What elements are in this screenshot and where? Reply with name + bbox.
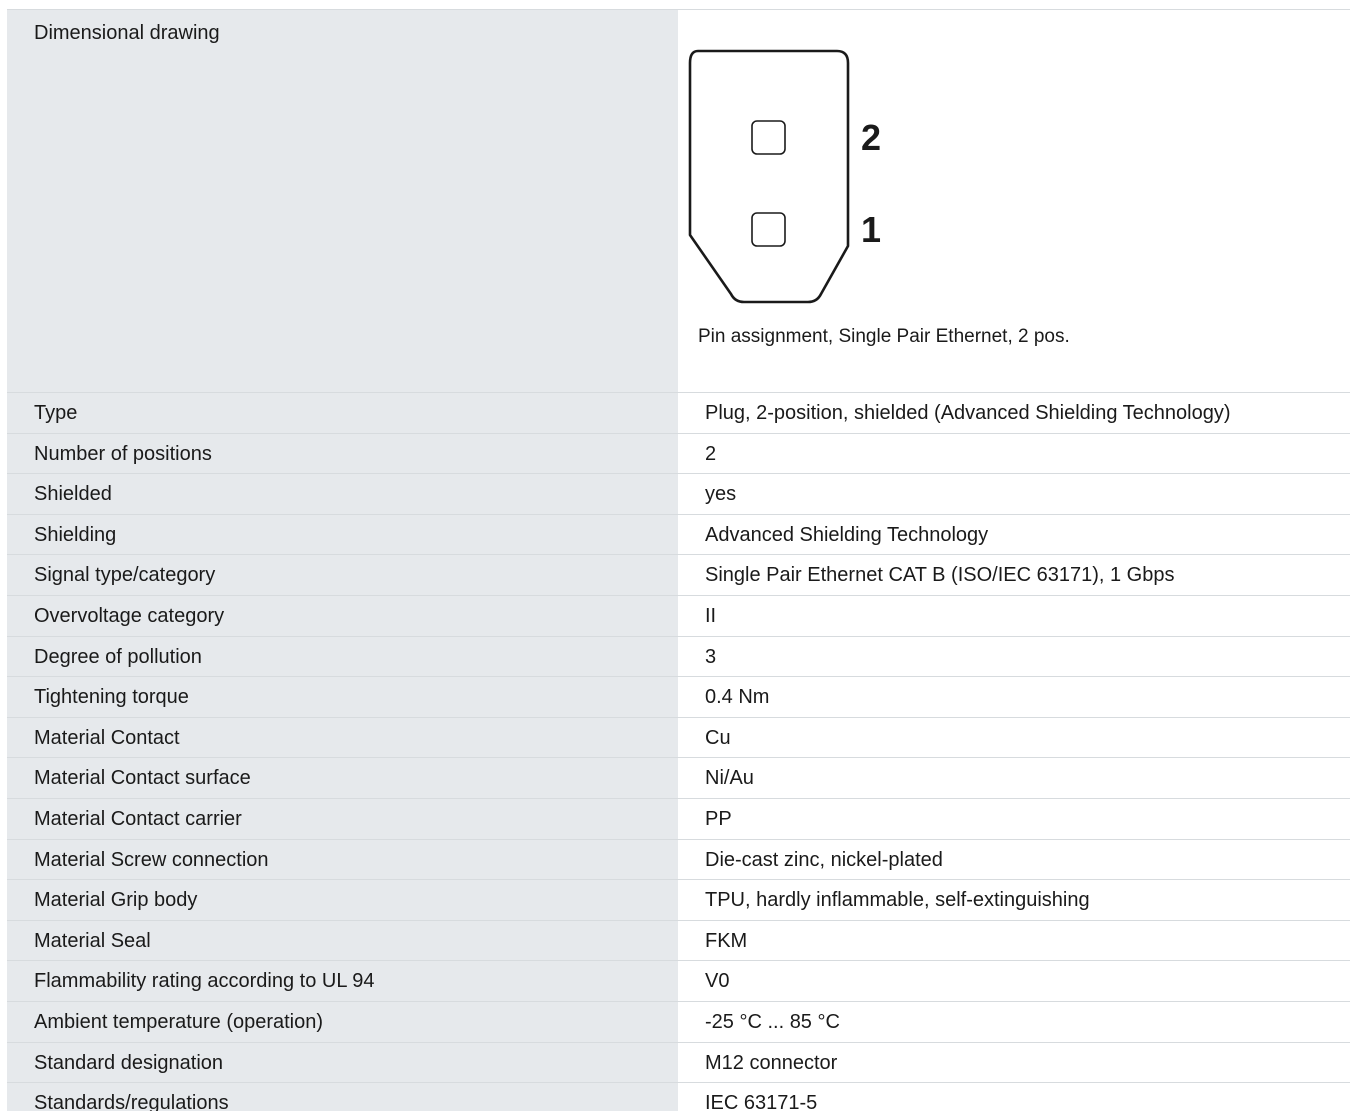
spec-row: Flammability rating according to UL 94 V0 [7,961,1350,1002]
spec-value: yes [705,483,737,506]
spec-label: Standard designation [7,1042,678,1083]
spec-value: TPU, hardly inflammable, self-extinguish… [705,889,1090,912]
connector-outline [688,49,850,304]
spec-value: II [705,604,717,627]
spec-label: Ambient temperature (operation) [7,1001,678,1042]
spec-value: 0.4 Nm [705,686,770,709]
spec-label: Material Grip body [7,880,678,920]
spec-row: Material Screw connection Die-cast zinc, … [7,839,1350,881]
pin-1-contact [751,212,786,247]
spec-row: Material Contact Cu [7,717,1350,759]
spec-label: Overvoltage category [7,595,678,636]
spec-value: -25 °C ... 85 °C [705,1010,840,1033]
pin-2-label: 2 [861,117,881,158]
spec-rows: Type Plug, 2-position, shielded (Advanced… [7,393,1350,1111]
spec-label: Material Seal [7,920,678,961]
spec-row: Type Plug, 2-position, shielded (Advanced… [7,393,1350,434]
spec-row: Shielding Advanced Shielding Technology [7,514,1350,556]
spec-row: Material Seal FKM [7,920,1350,962]
spec-label: Number of positions [7,433,678,474]
spec-row: Degree of pollution 3 [7,636,1350,678]
drawing-caption: Pin assignment, Single Pair Ethernet, 2 … [698,326,1070,347]
spec-value: IEC 63171-5 [705,1092,818,1111]
spec-label: Degree of pollution [7,636,678,677]
spec-row: Shielded yes [7,474,1350,515]
spec-row: Standards/regulations IEC 63171-5 [7,1083,1350,1111]
spec-value: PP [705,807,732,830]
spec-label: Shielded [7,474,678,514]
spec-row: Material Contact carrier PP [7,798,1350,840]
spec-value: Advanced Shielding Technology [705,523,989,546]
pin-1-label: 1 [861,209,881,250]
spec-row: Overvoltage category II [7,595,1350,637]
pin-assignment-drawing: 2 1 [688,49,881,304]
dimensional-drawing-cell: 2 1 Pin assignment, Single Pair Ethernet… [678,10,1350,392]
spec-value: Single Pair Ethernet CAT B (ISO/IEC 6317… [705,564,1175,587]
spec-label: Material Contact carrier [7,798,678,839]
pin-2-contact [751,120,786,155]
spec-row: Standard designation M12 connector [7,1042,1350,1084]
spec-label: Material Contact surface [7,758,678,798]
spec-value: Ni/Au [705,767,754,790]
spec-value: FKM [705,929,748,952]
product-spec-page: Dimensional drawing 2 1 Pin assignment, … [0,0,1353,1111]
spec-value: Die-cast zinc, nickel-plated [705,848,943,871]
spec-label: Flammability rating according to UL 94 [7,961,678,1001]
spec-value: M12 connector [705,1051,838,1074]
spec-label: Type [7,393,678,433]
spec-row: Tightening torque 0.4 Nm [7,677,1350,718]
spec-value: V0 [705,970,730,993]
spec-label: Tightening torque [7,677,678,717]
spec-value: Plug, 2-position, shielded (Advanced Shi… [705,402,1231,424]
spec-label: Signal type/category [7,555,678,595]
spec-row: Number of positions 2 [7,433,1350,475]
spec-row: Ambient temperature (operation) -25 °C ..… [7,1001,1350,1043]
spec-table: Dimensional drawing 2 1 Pin assignment, … [7,9,1350,1111]
spec-row: Signal type/category Single Pair Ethernet… [7,555,1350,596]
spec-value: 3 [705,645,717,668]
spec-row: Material Grip body TPU, hardly inflammabl… [7,880,1350,921]
spec-label: Shielding [7,514,678,555]
spec-label: Material Screw connection [7,839,678,880]
dimensional-drawing-label: Dimensional drawing [7,10,678,392]
spec-label: Material Contact [7,717,678,758]
spec-row: Material Contact surface Ni/Au [7,758,1350,799]
spec-label: Standards/regulations [7,1083,678,1111]
spec-value: 2 [705,442,717,465]
spec-value: Cu [705,726,731,749]
dimensional-drawing-row: Dimensional drawing 2 1 Pin assignment, … [7,10,1350,393]
